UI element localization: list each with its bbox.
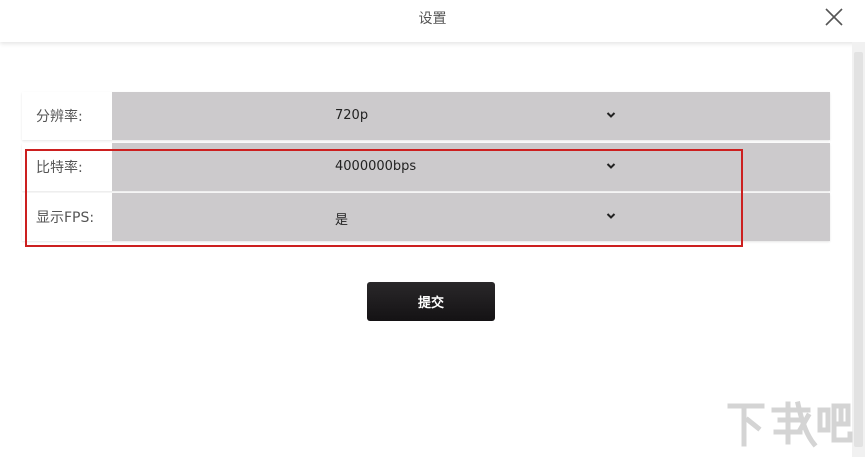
- chevron-down-icon: [606, 112, 616, 118]
- bitrate-label: 比特率:: [36, 160, 83, 176]
- resolution-row: 分辨率: 720p: [22, 92, 830, 140]
- close-icon: [825, 8, 843, 26]
- xiazaiba-watermark-logo: [727, 401, 853, 448]
- bitrate-row: 比特率: 4000000bps: [22, 143, 830, 191]
- chevron-down-icon: [606, 213, 616, 219]
- dialog-header: 设置: [0, 0, 865, 42]
- settings-dialog: 设置 分辨率: 720p 比特率: 4000000bps 显示FPS: 是 提交: [0, 0, 865, 457]
- show-fps-select[interactable]: 是: [112, 193, 830, 241]
- resolution-select[interactable]: 720p: [112, 92, 830, 140]
- show-fps-label: 显示FPS:: [36, 210, 95, 226]
- show-fps-value: 是: [335, 213, 349, 228]
- dialog-title: 设置: [418, 11, 447, 27]
- resolution-label: 分辨率:: [36, 109, 83, 125]
- bitrate-select[interactable]: 4000000bps: [112, 143, 830, 191]
- resolution-value: 720p: [335, 108, 369, 123]
- submit-button[interactable]: 提交: [367, 282, 495, 321]
- close-button[interactable]: [823, 6, 845, 28]
- scrollbar-thumb[interactable]: [854, 52, 863, 447]
- show-fps-row: 显示FPS: 是: [22, 193, 830, 241]
- chevron-down-icon: [606, 163, 616, 169]
- bitrate-value: 4000000bps: [335, 159, 417, 174]
- vertical-scrollbar[interactable]: [852, 42, 865, 457]
